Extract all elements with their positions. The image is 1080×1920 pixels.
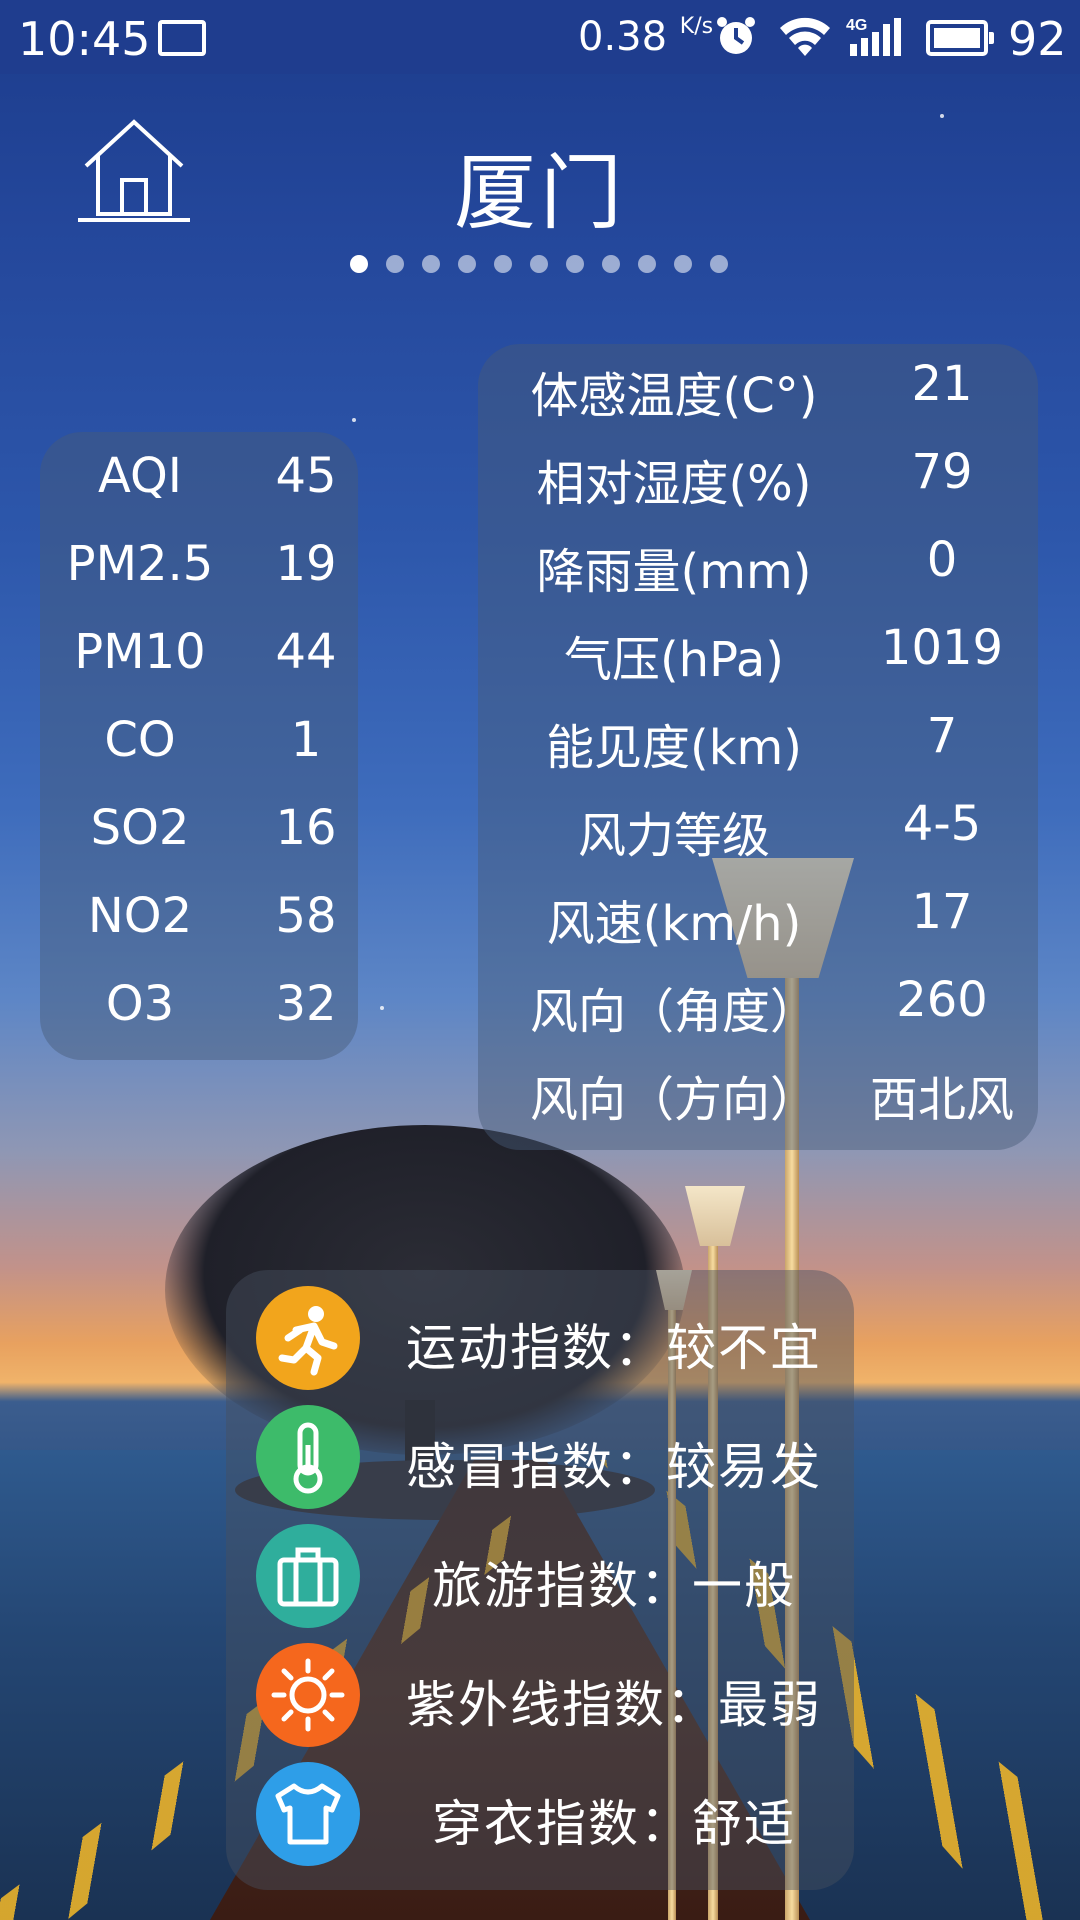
weather-detail-value: 79 (911, 444, 973, 500)
life-index-text: 旅游指数：一般 (432, 1557, 796, 1615)
life-index-row[interactable]: 感冒指数：较易发 (256, 1405, 856, 1513)
weather-detail-row: 能见度(km) 7 (478, 708, 1038, 796)
network-speed-unit: K/s (679, 14, 714, 39)
page-indicator (350, 255, 728, 273)
image-notification-icon (158, 20, 206, 56)
air-quality-label: PM2.5 (66, 536, 214, 592)
weather-detail-value: 1019 (880, 620, 1004, 676)
weather-detail-value: 21 (911, 356, 973, 412)
alarm-icon (717, 17, 755, 54)
page-dot[interactable] (602, 255, 620, 273)
weather-detail-row: 风力等级 4-5 (478, 796, 1038, 884)
page-dot[interactable] (674, 255, 692, 273)
weather-detail-label: 风力等级 (577, 808, 770, 864)
air-quality-row: PM2.5 19 (40, 536, 358, 624)
weather-detail-label: 能见度(km) (545, 720, 802, 776)
weather-detail-label: 降雨量(mm) (536, 544, 812, 600)
air-quality-value: 1 (290, 712, 322, 768)
weather-detail-value: 西北风 (869, 1072, 1014, 1128)
page-dot[interactable] (422, 255, 440, 273)
sun-icon (256, 1643, 360, 1747)
lamp (685, 1186, 745, 1246)
tshirt-icon (256, 1762, 360, 1866)
air-quality-value: 45 (275, 448, 337, 504)
weather-detail-value: 17 (911, 884, 973, 940)
signal-4g-icon: 4G (846, 17, 901, 56)
page-dot[interactable] (710, 255, 728, 273)
weather-detail-label: 风向（方向） (529, 1072, 818, 1128)
weather-details-panel: 体感温度(C°) 21 相对湿度(%) 79 降雨量(mm) 0 气压(hPa) 1019 能见… (478, 344, 1038, 1150)
weather-detail-row: 风向（角度） 260 (478, 972, 1038, 1060)
air-quality-value: 16 (275, 800, 337, 856)
page-dot[interactable] (350, 255, 368, 273)
air-quality-label: AQI (98, 448, 182, 504)
battery-icon (926, 20, 994, 56)
air-quality-row: SO2 16 (40, 800, 358, 888)
air-quality-row: AQI 45 (40, 448, 358, 536)
running-icon (256, 1286, 360, 1390)
status-time: 10:45 (18, 12, 151, 66)
page-dot[interactable] (638, 255, 656, 273)
weather-detail-row: 体感温度(C°) 21 (478, 356, 1038, 444)
air-quality-row: PM10 44 (40, 624, 358, 712)
network-speed: 0.38 K/s (578, 14, 713, 60)
air-quality-label: PM10 (74, 624, 206, 680)
thermometer-icon (256, 1405, 360, 1509)
page-dot[interactable] (566, 255, 584, 273)
life-index-row[interactable]: 运动指数：较不宜 (256, 1286, 856, 1394)
weather-detail-value: 0 (926, 532, 958, 588)
air-quality-label: NO2 (87, 888, 193, 944)
life-index-row[interactable]: 旅游指数：一般 (256, 1524, 856, 1632)
air-quality-label: O3 (105, 976, 175, 1032)
star (380, 1006, 384, 1010)
battery-level: 92 (1008, 12, 1067, 66)
air-quality-value: 32 (275, 976, 337, 1032)
weather-detail-value: 260 (896, 972, 988, 1028)
weather-detail-row: 风速(km/h) 17 (478, 884, 1038, 972)
page-dot[interactable] (530, 255, 548, 273)
city-title: 厦门 (453, 146, 626, 241)
air-quality-row: O3 32 (40, 976, 358, 1064)
air-quality-panel: AQI 45 PM2.5 19 PM10 44 CO 1 SO2 16 NO2 58 O3 32 (40, 432, 358, 1060)
air-quality-value: 58 (275, 888, 337, 944)
weather-detail-label: 风速(km/h) (546, 896, 802, 952)
air-quality-value: 44 (275, 624, 337, 680)
air-quality-value: 19 (275, 536, 337, 592)
page-dot[interactable] (458, 255, 476, 273)
weather-detail-row: 气压(hPa) 1019 (478, 620, 1038, 708)
life-index-text: 紫外线指数：最弱 (406, 1676, 822, 1734)
weather-detail-row: 降雨量(mm) 0 (478, 532, 1038, 620)
weather-detail-label: 风向（角度） (529, 984, 818, 1040)
life-index-text: 运动指数：较不宜 (406, 1319, 822, 1377)
weather-detail-value: 7 (926, 708, 958, 764)
star (940, 114, 944, 118)
star (352, 418, 356, 422)
air-quality-label: CO (104, 712, 176, 768)
page-dot[interactable] (494, 255, 512, 273)
weather-detail-value: 4-5 (902, 796, 982, 852)
weather-detail-label: 体感温度(C°) (530, 368, 818, 424)
network-speed-value: 0.38 (578, 14, 668, 60)
luggage-icon (256, 1524, 360, 1628)
air-quality-row: NO2 58 (40, 888, 358, 976)
page-dot[interactable] (386, 255, 404, 273)
life-index-row[interactable]: 穿衣指数：舒适 (256, 1762, 856, 1870)
weather-detail-row: 相对湿度(%) 79 (478, 444, 1038, 532)
air-quality-label: SO2 (90, 800, 190, 856)
weather-detail-label: 相对湿度(%) (536, 456, 812, 512)
weather-detail-label: 气压(hPa) (563, 632, 785, 688)
air-quality-row: CO 1 (40, 712, 358, 800)
life-index-row[interactable]: 紫外线指数：最弱 (256, 1643, 856, 1751)
network-type: 4G (846, 17, 867, 34)
life-index-text: 穿衣指数：舒适 (432, 1795, 796, 1853)
wifi-icon (780, 17, 830, 56)
life-index-text: 感冒指数：较易发 (406, 1438, 822, 1496)
weather-detail-row: 风向（方向） 西北风 (478, 1060, 1038, 1148)
status-bar: 10:45 0.38 K/s 4G 92 (0, 0, 1080, 74)
